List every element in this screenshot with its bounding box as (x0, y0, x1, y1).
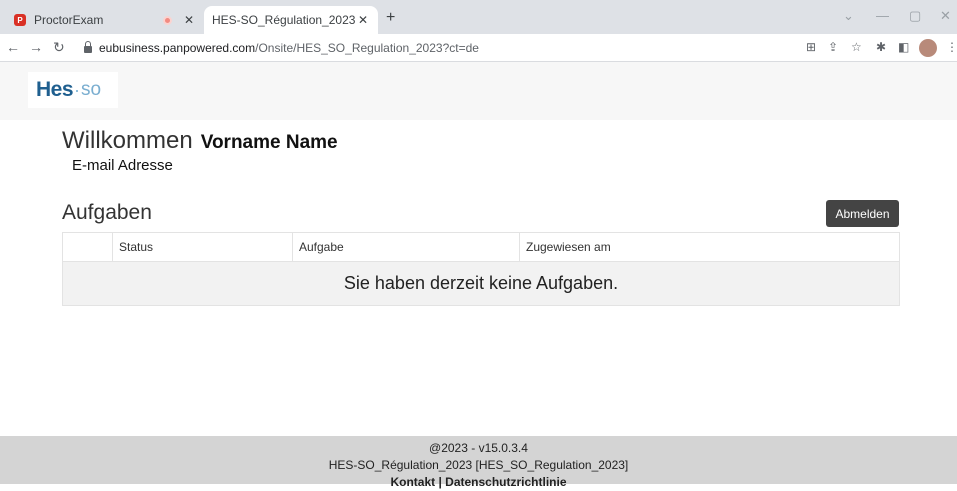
tasks-table: Status Aufgabe Zugewiesen am Sie haben d… (62, 232, 900, 306)
logout-button[interactable]: Abmelden (826, 200, 899, 227)
profile-avatar[interactable] (919, 39, 937, 57)
user-name: Vorname Name (200, 132, 338, 153)
column-header-assigned[interactable]: Zugewiesen am (519, 232, 900, 262)
close-tab-icon[interactable]: ✕ (356, 13, 370, 27)
minimize-icon[interactable]: — (876, 8, 889, 23)
tab-search-icon[interactable]: ⌄ (843, 8, 854, 24)
table-header-row: Status Aufgabe Zugewiesen am (62, 232, 900, 262)
logo-hes-text: Hes (36, 78, 74, 101)
extensions-icon[interactable]: ✱ (876, 40, 886, 54)
recording-icon (163, 15, 172, 25)
footer-program: HES-SO_Régulation_2023 [HES_SO_Regulatio… (328, 458, 629, 472)
welcome-greeting: Willkommen (62, 127, 193, 154)
user-email: E-mail Adresse (72, 157, 173, 174)
tab-title: HES-SO_Régulation_2023 Portal (212, 13, 356, 27)
reload-icon[interactable]: ↻ (53, 39, 65, 56)
column-header-task[interactable]: Aufgabe (292, 232, 520, 262)
tab-portal[interactable]: HES-SO_Régulation_2023 Portal ✕ (204, 6, 378, 34)
side-panel-icon[interactable]: ◧ (898, 40, 909, 54)
browser-tab-bar: P ProctorExam ✕ HES-SO_Régulation_2023 P… (0, 0, 957, 34)
address-bar[interactable]: eubusiness.panpowered.com/Onsite/HES_SO_… (84, 37, 874, 59)
url-path: /Onsite/HES_SO_Regulation_2023?ct=de (255, 41, 479, 55)
tab-title: ProctorExam (34, 13, 104, 27)
new-tab-icon[interactable]: + (386, 9, 395, 27)
share-icon[interactable]: ⇪ (828, 40, 838, 54)
welcome-heading: Willkommen Vorname Name (62, 127, 338, 155)
column-header-status[interactable]: Status (112, 232, 293, 262)
site-header: Hes · so (0, 62, 957, 120)
url-host: eubusiness.panpowered.com (99, 41, 256, 55)
lock-icon (84, 41, 92, 53)
hes-so-logo[interactable]: Hes · so (28, 72, 118, 108)
table-row: Sie haben derzeit keine Aufgaben. (62, 261, 900, 306)
window-close-icon[interactable]: ✕ (940, 8, 951, 24)
maximize-icon[interactable]: ▢ (909, 8, 921, 24)
proctorexam-favicon-icon: P (14, 14, 26, 26)
tasks-title: Aufgaben (62, 201, 152, 224)
empty-tasks-message: Sie haben derzeit keine Aufgaben. (62, 261, 900, 306)
page-footer: @2023 - v15.0.3.4 HES-SO_Régulation_2023… (0, 436, 957, 489)
close-tab-icon[interactable]: ✕ (182, 13, 196, 27)
column-header-select (62, 232, 113, 262)
logo-dot: · (74, 79, 81, 100)
logo-so-text: so (81, 79, 102, 100)
browser-toolbar: ← → ↻ eubusiness.panpowered.com/Onsite/H… (0, 34, 957, 62)
menu-icon[interactable]: ⋮ (946, 40, 957, 54)
tab-proctorexam[interactable]: P ProctorExam ✕ (6, 6, 204, 34)
forward-icon[interactable]: → (29, 39, 43, 55)
bookmark-star-icon[interactable]: ☆ (851, 40, 862, 54)
footer-links[interactable]: Kontakt | Datenschutzrichtlinie (0, 474, 957, 491)
footer-version: @2023 - v15.0.3.4 (429, 441, 528, 455)
back-icon[interactable]: ← (6, 39, 20, 55)
translate-icon[interactable]: ⊞ (806, 40, 816, 54)
